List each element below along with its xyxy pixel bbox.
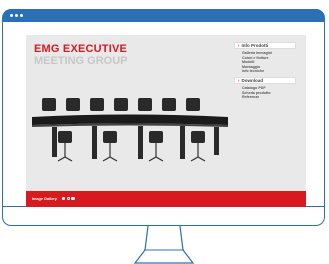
menu-section-label: Info Prodotti [241, 43, 269, 48]
brand-subtitle: MEETING GROUP [34, 55, 128, 67]
website-screen: EMG EXECUTIVE MEETING GROUP › Info Prodo… [26, 35, 306, 207]
window-dot-icon[interactable] [10, 14, 13, 17]
arrow-right-icon: › [238, 43, 240, 48]
side-menu: › Info Prodotti Galleria immagini Colori… [234, 42, 296, 100]
gallery-pagination [62, 197, 75, 201]
menu-section-download[interactable]: › Download [234, 76, 296, 84]
page-dot-icon[interactable] [71, 197, 75, 201]
menu-item[interactable]: Info tecniche [242, 69, 296, 74]
arrow-right-icon: › [238, 77, 240, 83]
menu-item[interactable]: Referenze [242, 95, 296, 100]
conference-table-image [32, 98, 228, 162]
footer-label[interactable]: Image Gallery [32, 197, 57, 201]
window-dot-icon[interactable] [15, 14, 18, 17]
menu-list-info: Galleria immagini Colori e finiture Mode… [234, 49, 296, 74]
menu-list-download: Catalogo PDF Scheda prodotto Referenze [234, 84, 296, 100]
brand-title: EMG EXECUTIVE [34, 43, 128, 55]
window-dot-icon[interactable] [20, 14, 23, 17]
page-dot-icon[interactable] [62, 197, 66, 201]
footer-bar: Image Gallery [26, 191, 306, 207]
window-titlebar [3, 10, 324, 22]
menu-section-info[interactable]: › Info Prodotti [234, 42, 296, 49]
page-dot-icon[interactable] [66, 197, 70, 201]
menu-section-label: Download [241, 77, 264, 83]
